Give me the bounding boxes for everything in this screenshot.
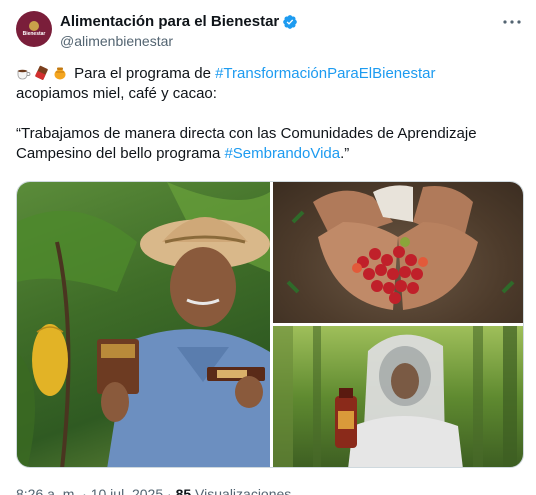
- coffee-cup-icon: [17, 69, 31, 80]
- hashtag-transformacion[interactable]: #TransformaciónParaElBienestar: [215, 65, 435, 82]
- chocolate-bar-icon: [35, 65, 48, 80]
- tweet-line-1-text: Para el programa de: [74, 65, 216, 82]
- views-count: 85: [175, 486, 192, 495]
- tweet-line-4: Campesino del bello programa #SembrandoV…: [16, 144, 516, 164]
- tweet-text: Para el programa de #TransformaciónParaE…: [16, 64, 516, 164]
- more-options-button[interactable]: [502, 14, 522, 30]
- hashtag-sembrando-vida[interactable]: #SembrandoVida: [224, 145, 340, 162]
- media-grid: [16, 181, 524, 468]
- author-row: Alimentación para el Bienestar: [60, 13, 298, 30]
- more-dots-icon: [503, 20, 521, 24]
- tweet-time[interactable]: 8:26 a. m.: [16, 486, 78, 495]
- avatar[interactable]: Bienestar: [16, 11, 52, 47]
- honey-pot-icon: [54, 67, 66, 80]
- photo-coffee-cherries[interactable]: [273, 182, 523, 323]
- verified-badge-icon: [282, 14, 298, 30]
- tweet-line-4-text: Campesino del bello programa: [16, 145, 225, 162]
- display-name[interactable]: Alimentación para el Bienestar: [60, 13, 279, 30]
- photo-beekeeper-honey[interactable]: [273, 326, 523, 467]
- meta-separator: ·: [163, 486, 176, 495]
- tweet-line-1: Para el programa de #TransformaciónParaE…: [16, 64, 516, 84]
- handle[interactable]: @alimenbienestar: [60, 33, 173, 49]
- tweet-line-4-suffix: .”: [340, 145, 350, 162]
- tweet-line-2: acopiamos miel, café y cacao:: [16, 85, 217, 102]
- tweet-line-3: “Trabajamos de manera directa con las Co…: [16, 125, 477, 142]
- meta-separator: ·: [78, 486, 91, 495]
- photo-farmer-cacao[interactable]: [17, 182, 270, 467]
- tweet-meta: 8:26 a. m. · 10 jul. 2025 · 85 Visualiza…: [16, 486, 291, 495]
- seal-icon: [29, 21, 39, 31]
- avatar-logo: Bienestar: [19, 14, 49, 44]
- tweet-date[interactable]: 10 jul. 2025: [91, 486, 163, 495]
- views-label: Visualizaciones: [191, 486, 292, 495]
- avatar-label: Bienestar: [22, 31, 46, 37]
